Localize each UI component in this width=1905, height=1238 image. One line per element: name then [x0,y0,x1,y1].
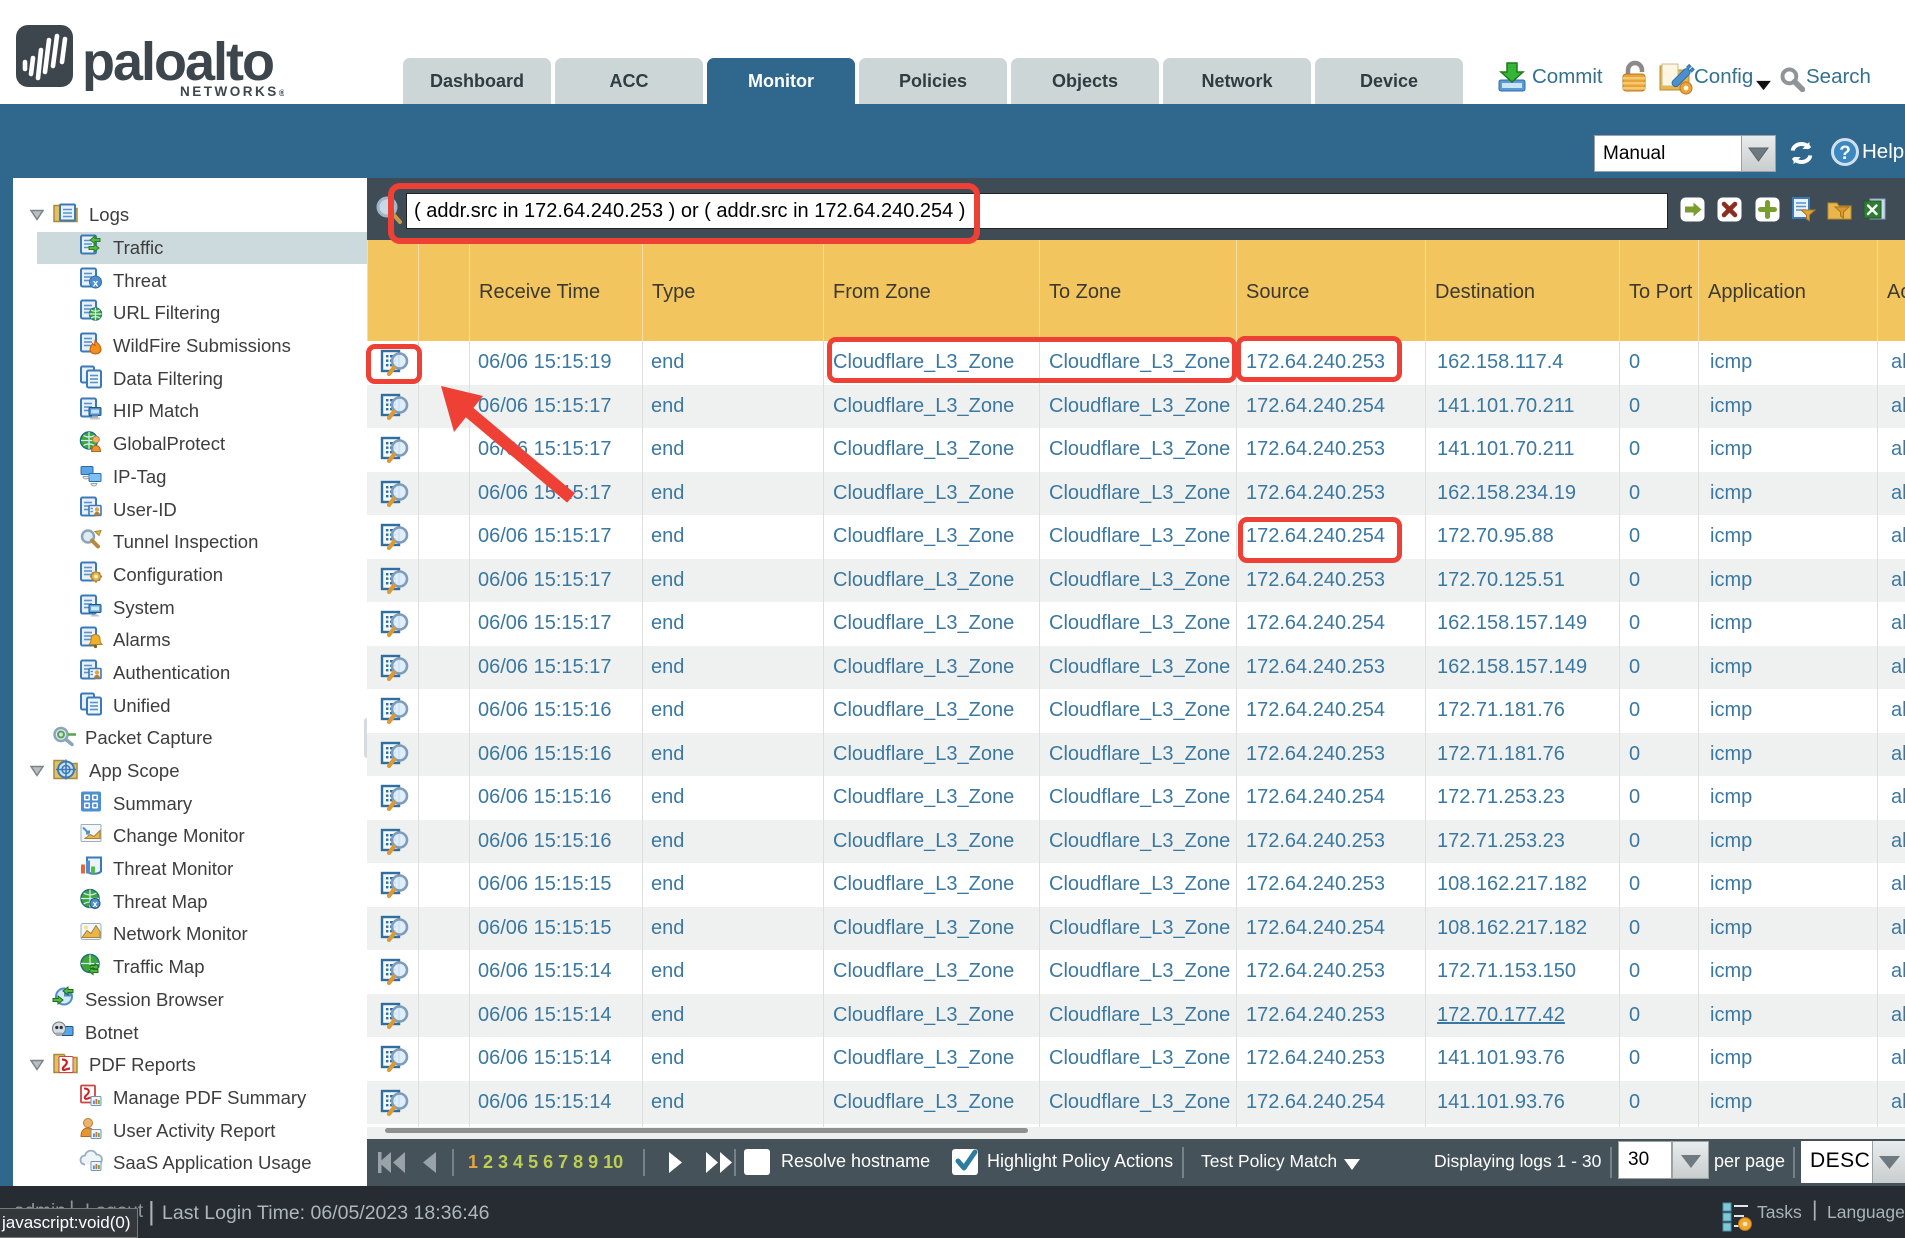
svg-text:x: x [93,278,99,289]
svg-text:paloalto: paloalto [82,32,273,92]
svg-text:?: ? [1839,143,1851,164]
svg-text:NETWORKS®: NETWORKS® [180,84,284,99]
svg-text:x: x [92,899,97,909]
